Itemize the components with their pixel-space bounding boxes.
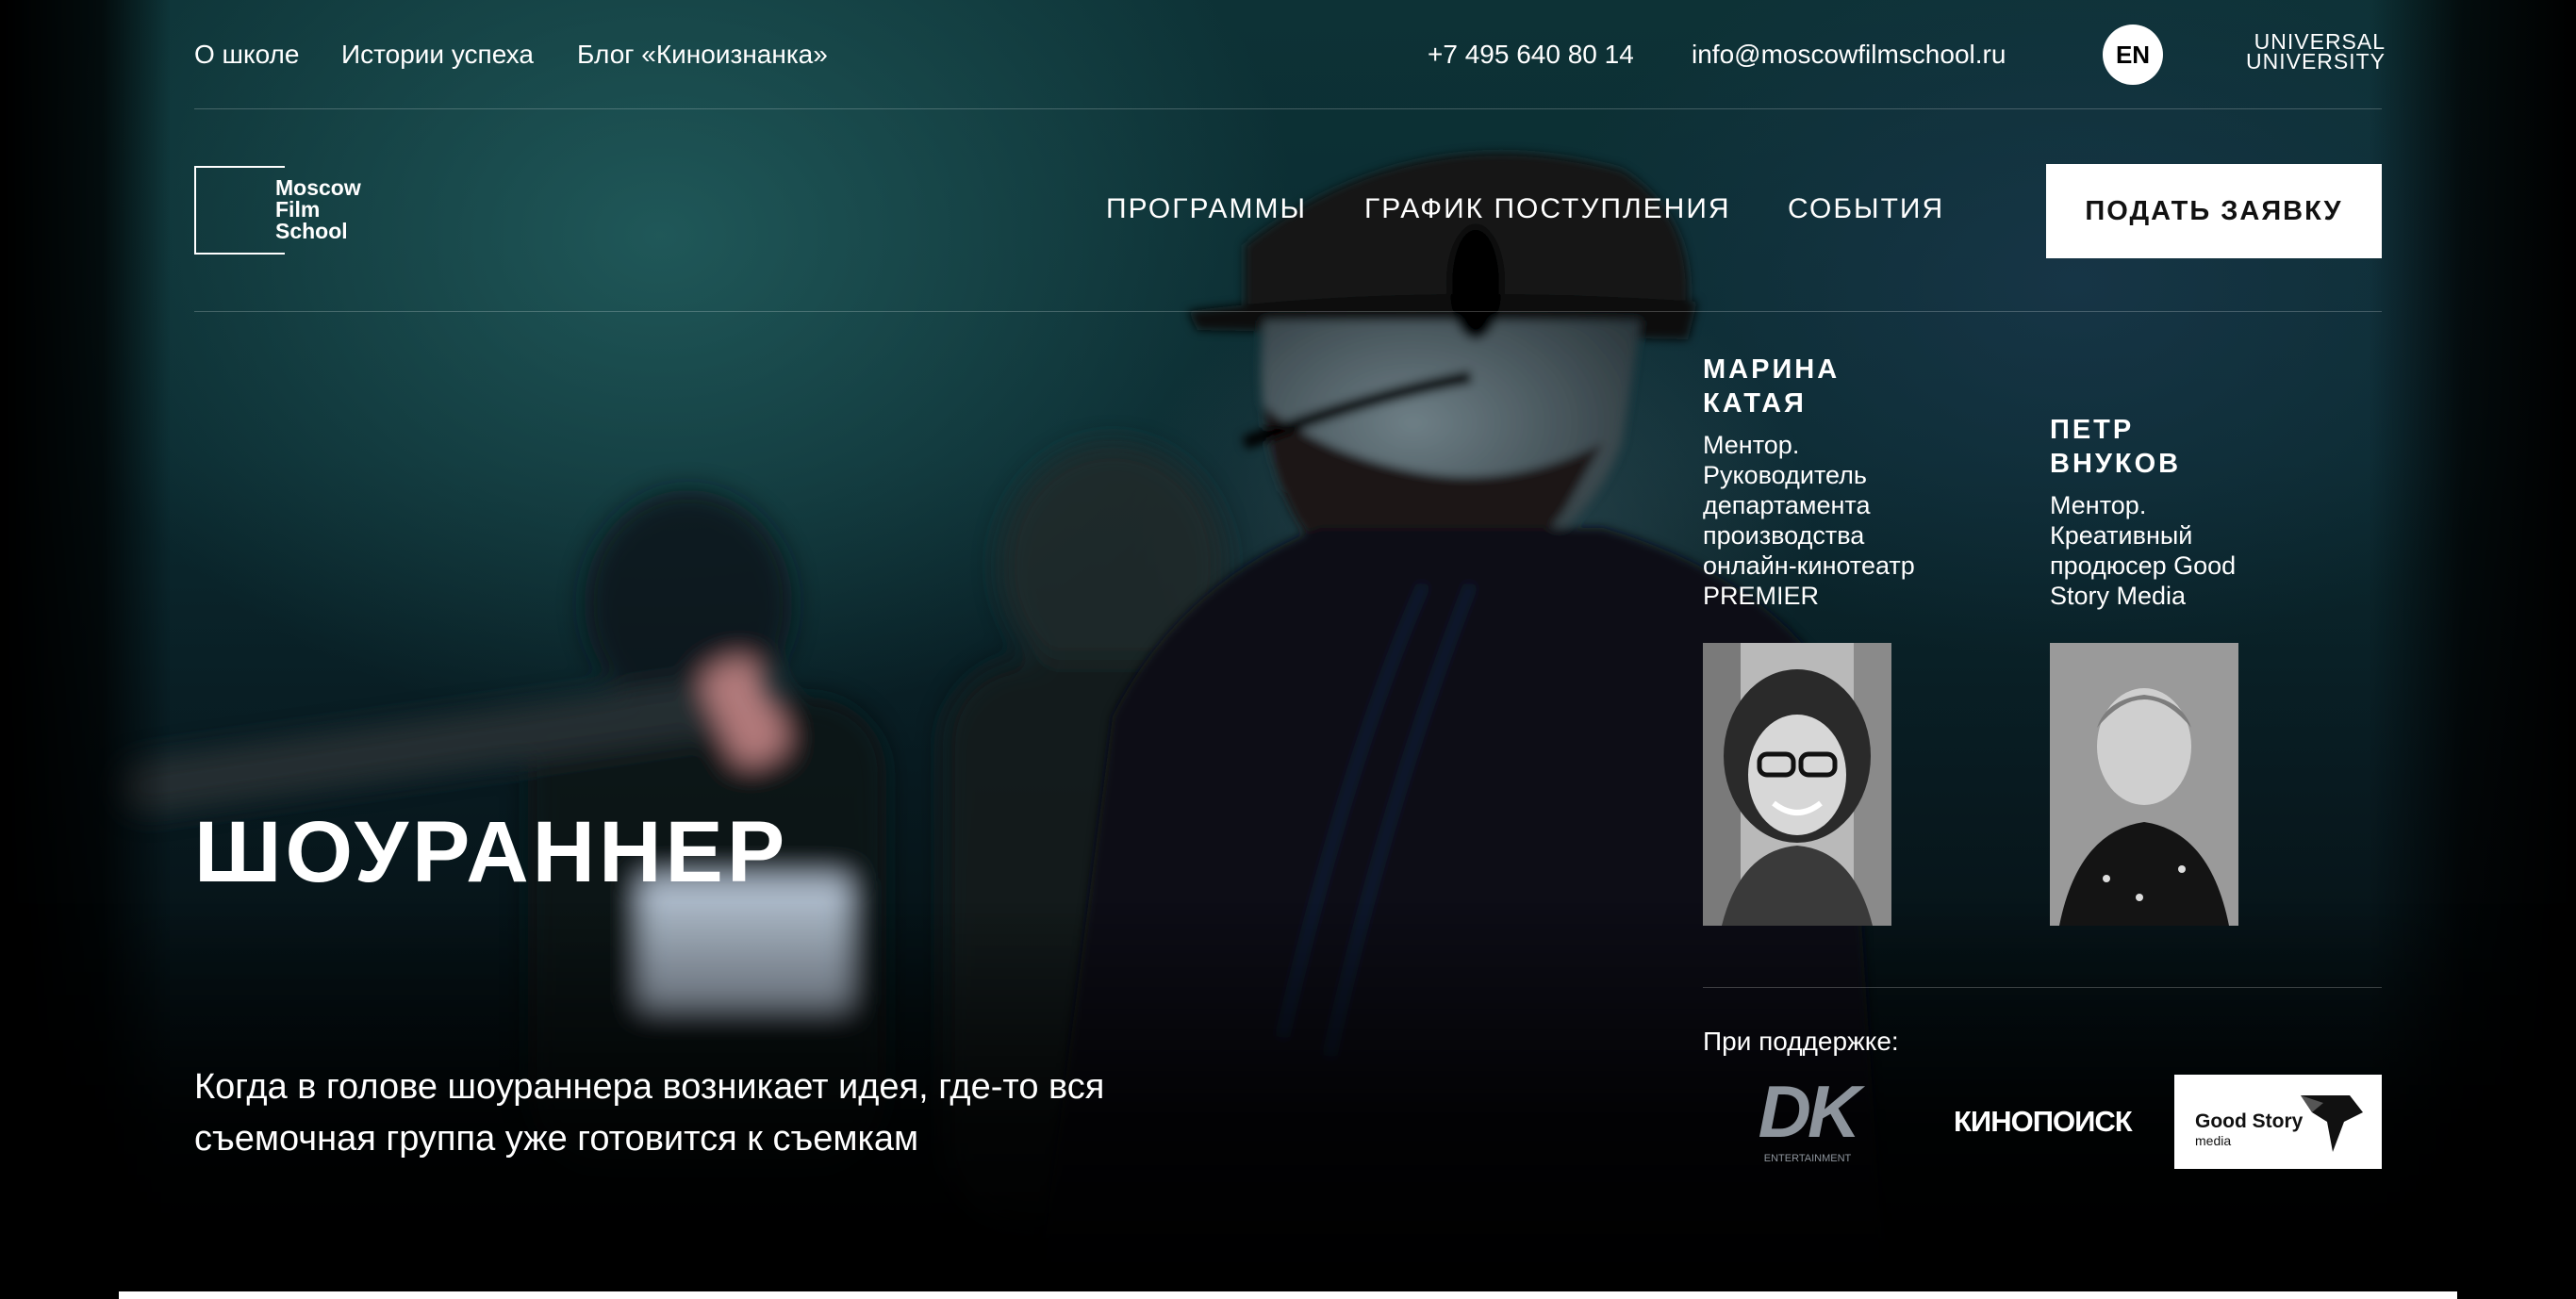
logo-line3: School <box>275 219 348 243</box>
language-switch-button[interactable]: EN <box>2103 25 2163 85</box>
mentor-portrait-icon <box>1703 643 1891 926</box>
nav-divider <box>194 311 2382 312</box>
top-divider <box>194 108 2382 109</box>
sponsor-logo-main: КИНОПОИСК <box>1954 1105 2133 1138</box>
sponsor-logo-dk[interactable]: DK ENTERTAINMENT <box>1756 1070 1861 1175</box>
logo-line1: Moscow <box>275 175 361 200</box>
mentor-name: МАРИНА КАТАЯ <box>1703 353 1986 420</box>
mentor-name: ПЕТР ВНУКОВ <box>2050 413 2333 481</box>
mentor-first-name: ПЕТР <box>2050 415 2135 445</box>
support-divider <box>1703 987 2382 988</box>
mentor-desc-line: Ментор. <box>2050 491 2147 519</box>
sponsor-logo-sub: media <box>2195 1133 2232 1148</box>
mentor-desc-line: PREMIER <box>1703 582 1820 610</box>
mentor-portrait-icon <box>2050 643 2238 926</box>
mentor-desc-line: Креативный <box>2050 521 2193 550</box>
logo-text: Moscow Film School <box>275 177 361 242</box>
nav-item-admission-schedule[interactable]: ГРАФИК ПОСТУПЛЕНИЯ <box>1364 192 1731 226</box>
mentor-last-name: КАТАЯ <box>1703 388 1807 419</box>
sponsor-logo-main: DK <box>1758 1070 1861 1153</box>
sponsor-logo-sub: ENTERTAINMENT <box>1763 1153 1852 1164</box>
mentor-first-name: МАРИНА <box>1703 354 1841 385</box>
top-link-blog[interactable]: Блог «Киноизнанка» <box>577 38 828 72</box>
support-label: При поддержке: <box>1703 1027 1899 1056</box>
nav-item-events[interactable]: СОБЫТИЯ <box>1788 192 1944 226</box>
mentor-desc-line: продюсер Good <box>2050 551 2237 580</box>
mentor-last-name: ВНУКОВ <box>2050 449 2182 479</box>
bottom-strip <box>119 1291 2457 1299</box>
apply-button[interactable]: ПОДАТЬ ЗАЯВКУ <box>2046 164 2382 258</box>
mentor-description: Ментор. Креативный продюсер Good Story M… <box>2050 490 2304 611</box>
sponsor-logo-main: Good Story <box>2195 1110 2304 1132</box>
top-link-about[interactable]: О школе <box>194 38 299 72</box>
mentor-desc-line: онлайн-кинотеатр <box>1703 551 1915 580</box>
page-title: ШОУРАННЕР <box>194 804 789 900</box>
top-link-success-stories[interactable]: Истории успеха <box>341 38 534 72</box>
sponsor-logo-kinopoisk[interactable]: КИНОПОИСК <box>1954 1103 2133 1141</box>
nav-item-programs[interactable]: ПРОГРАММЫ <box>1106 192 1307 226</box>
hero-lead-text: Когда в голове шоураннера возникает идея… <box>194 1067 1105 1159</box>
mentor-desc-line: Ментор. <box>1703 431 1800 459</box>
logo-line2: Film <box>275 197 321 222</box>
mentor-description: Ментор. Руководитель департамента произв… <box>1703 430 1957 611</box>
sponsor-logo-good-story[interactable]: Good Story media <box>2174 1075 2382 1169</box>
bird-icon <box>2301 1095 2363 1152</box>
universal-university-logo[interactable]: UNIVERSAL UNIVERSITY <box>2246 31 2386 74</box>
logo-frame <box>194 166 285 255</box>
mentor-desc-line: Руководитель <box>1703 461 1867 489</box>
mentor-photo <box>1703 643 1891 926</box>
mentor-desc-line: Story Media <box>2050 582 2187 610</box>
email-link[interactable]: info@moscowfilmschool.ru <box>1692 38 2006 72</box>
mentor-photo <box>2050 643 2238 926</box>
phone-link[interactable]: +7 495 640 80 14 <box>1428 38 1634 72</box>
mentor-desc-line: департамента <box>1703 491 1871 519</box>
partner-logo-line2: UNIVERSITY <box>2246 49 2386 74</box>
mentor-desc-line: производства <box>1703 521 1865 550</box>
